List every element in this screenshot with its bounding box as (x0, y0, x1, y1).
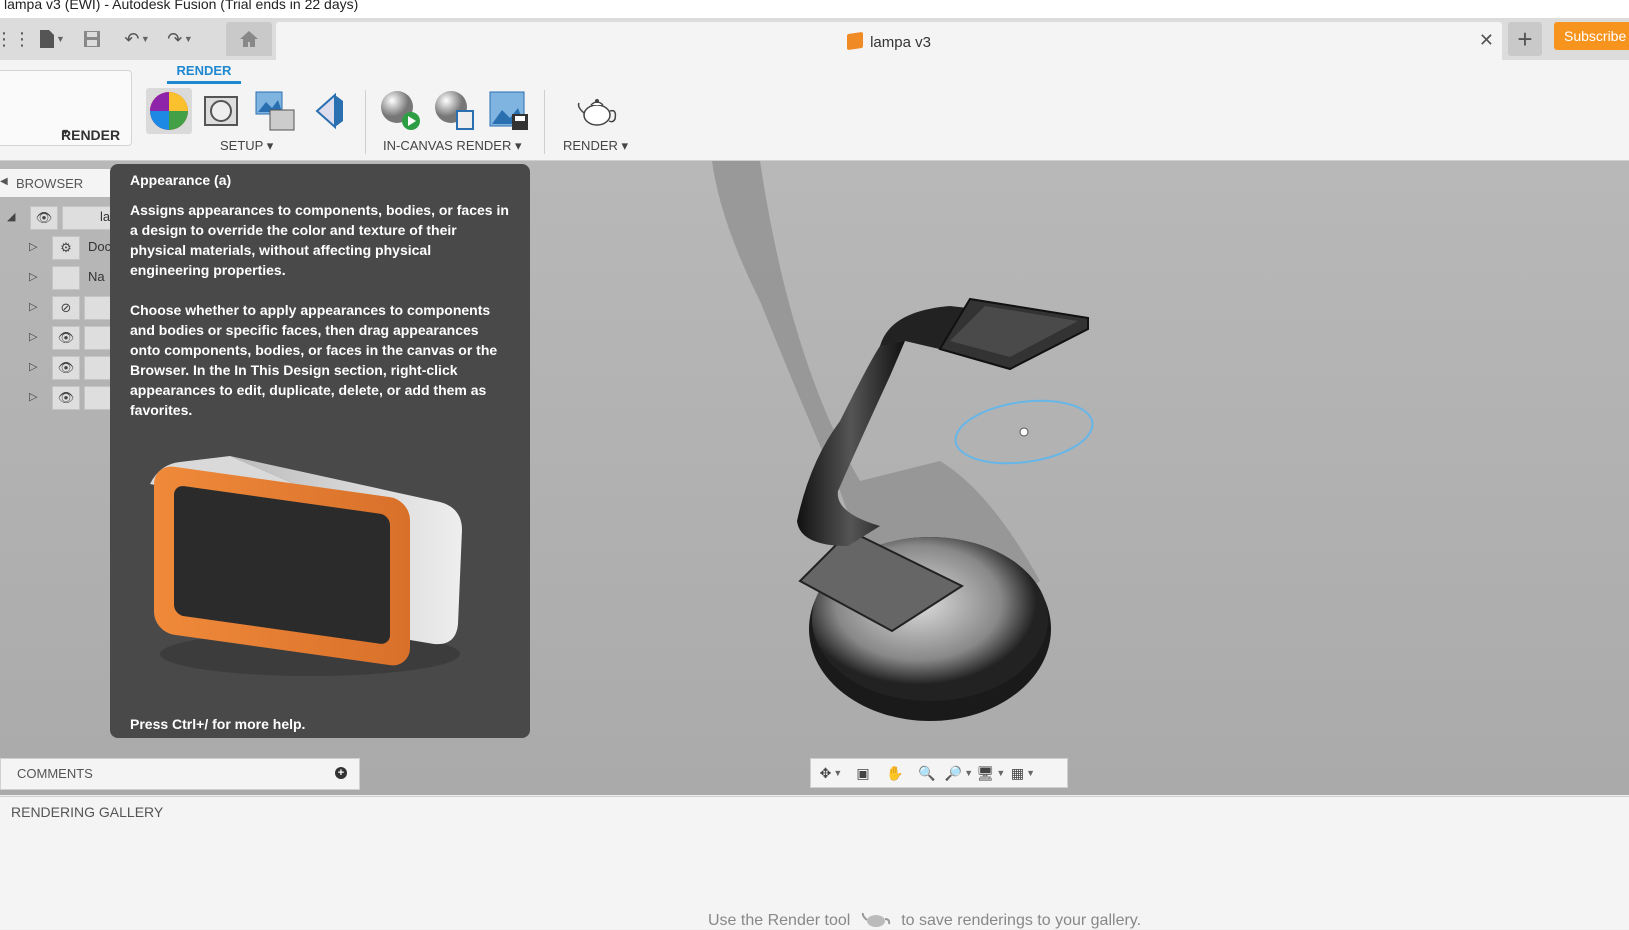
in-canvas-render-icon (381, 91, 420, 130)
gear-icon: ⚙ (52, 236, 80, 260)
document-tab-title: lampa v3 (276, 31, 1502, 51)
browser-row-named-views[interactable]: ▷ Na (0, 263, 112, 291)
appearance-illustration (150, 456, 462, 676)
collapse-browser-icon[interactable]: ◀ (0, 176, 8, 187)
render-group-label[interactable]: RENDER ▾ (563, 138, 628, 154)
rendering-gallery-header[interactable]: RENDERING GALLERY (0, 796, 1629, 828)
display-settings-icon[interactable]: 🖥 ▼ (975, 760, 1007, 786)
ribbon-toolbar: RENDER ▼ RENDER SETUP ▾ IN-CANVAS RENDER… (0, 60, 1629, 161)
tooltip-paragraph-2: Choose whether to apply appearances to c… (130, 302, 498, 418)
expand-triangle-icon[interactable]: ◢ (7, 210, 15, 223)
navigation-bar: ✥ ▼ ▣ ✋ 🔍 🔎 ▼ 🖥 ▼ ▦ ▼ (810, 758, 1068, 788)
scene-settings-icon (204, 96, 238, 126)
document-tab[interactable]: lampa v3 ✕ (276, 22, 1502, 60)
browser-row-folder[interactable]: ▷ 👁 (0, 323, 114, 351)
rendering-gallery-title: RENDERING GALLERY (11, 804, 164, 820)
workspace-switcher[interactable]: RENDER ▼ (0, 70, 132, 146)
browser-row-document-settings[interactable]: ▷ ⚙ Doc (0, 233, 112, 261)
browser-row-folder[interactable]: ▷ 👁 (0, 353, 114, 381)
comments-panel[interactable]: COMMENTS + (0, 758, 360, 790)
texture-map-icon (255, 91, 295, 131)
rendering-gallery: Use the Render tool to save renderings t… (0, 827, 1629, 929)
visibility-eye-icon[interactable]: 👁 (52, 386, 80, 410)
render-settings-icon (435, 91, 474, 130)
comments-label: COMMENTS (17, 766, 93, 781)
fit-zoom-icon[interactable]: 🔎 ▼ (943, 760, 975, 786)
subscribe-button[interactable]: Subscribe (1554, 22, 1629, 50)
zoom-icon[interactable]: 🔍 (911, 760, 943, 786)
appearance-tooltip: Appearance (a) Assigns appearances to co… (110, 164, 530, 738)
close-tab-icon[interactable]: ✕ (1479, 30, 1494, 51)
save-icon[interactable] (79, 26, 105, 52)
visibility-eye-icon[interactable]: 👁 (52, 326, 80, 350)
hidden-eye-icon[interactable]: ⊘ (52, 296, 80, 320)
design-cube-icon (847, 31, 864, 51)
expand-triangle-icon[interactable]: ▷ (29, 330, 37, 343)
chevron-down-icon[interactable]: ▼ (184, 34, 193, 44)
chevron-down-icon[interactable]: ▼ (141, 34, 150, 44)
orbit-icon[interactable]: ✥ ▼ (815, 760, 847, 786)
tooltip-title: Appearance (a) (130, 172, 232, 188)
add-comment-icon[interactable]: + (335, 767, 347, 779)
home-icon (240, 31, 258, 47)
tooltip-paragraph-1: Assigns appearances to components, bodie… (130, 202, 509, 278)
home-tab[interactable] (226, 22, 272, 56)
setup-group-label[interactable]: SETUP ▾ (220, 138, 273, 154)
pan-hand-icon[interactable]: ✋ (879, 760, 911, 786)
texture-map-button[interactable] (252, 88, 298, 134)
decal-icon (315, 92, 343, 130)
expand-triangle-icon[interactable]: ▷ (29, 360, 37, 373)
tab-render[interactable]: RENDER (167, 63, 241, 78)
appearance-button[interactable] (146, 88, 192, 134)
color-wheel-icon (150, 92, 188, 130)
look-at-icon[interactable]: ▣ (847, 760, 879, 786)
visibility-eye-icon[interactable]: 👁 (52, 356, 80, 380)
window-title: lampa v3 (EWI) - Autodesk Fusion (Trial … (4, 0, 359, 12)
new-tab-button[interactable]: + (1508, 22, 1542, 56)
in-canvas-render-group-label[interactable]: IN-CANVAS RENDER ▾ (383, 138, 521, 154)
browser-row-label: Na (88, 269, 105, 284)
expand-triangle-icon[interactable]: ▷ (29, 240, 37, 253)
in-canvas-render-button[interactable] (378, 88, 424, 134)
browser-row-folder[interactable]: ▷ 👁 (0, 383, 114, 411)
expand-triangle-icon[interactable]: ▷ (29, 390, 37, 403)
capture-image-icon (489, 91, 528, 130)
browser-row-label: Doc (88, 239, 112, 254)
teapot-icon (577, 99, 617, 126)
browser-title: BROWSER (16, 176, 84, 191)
quick-access-toolbar: ⋮⋮ ▼ ↶ ▼ ↷ ▼ (0, 18, 193, 60)
folder-icon (52, 266, 80, 290)
toolbar-separator (544, 90, 545, 154)
tooltip-help-hint: Press Ctrl+/ for more help. (130, 716, 306, 732)
expand-triangle-icon[interactable]: ▷ (29, 270, 37, 283)
render-button[interactable] (574, 88, 620, 134)
decal-button[interactable] (306, 88, 352, 134)
browser-row-folder[interactable]: ▷ ⊘ (0, 293, 114, 321)
gallery-empty-message: Use the Render tool to save renderings t… (708, 912, 1142, 929)
teapot-icon (861, 912, 890, 927)
active-tab-indicator (167, 81, 241, 84)
expand-triangle-icon[interactable]: ▷ (29, 300, 37, 313)
browser-row-root[interactable]: ◢ 👁 la (0, 203, 114, 231)
app-grid-icon[interactable]: ⋮⋮ (0, 26, 31, 52)
visibility-eye-icon[interactable]: 👁 (30, 206, 58, 230)
grid-settings-icon[interactable]: ▦ ▼ (1007, 760, 1039, 786)
chevron-down-icon[interactable]: ▼ (56, 34, 65, 44)
toolbar-separator (365, 90, 366, 154)
window-title-bar: lampa v3 (EWI) - Autodesk Fusion (Trial … (0, 0, 1629, 18)
scene-settings-button[interactable] (198, 88, 244, 134)
in-canvas-render-settings-button[interactable] (432, 88, 478, 134)
tab-row: ⋮⋮ ▼ ↶ ▼ ↷ ▼ lampa v3 ✕ + Subscribe (0, 18, 1629, 60)
capture-image-button[interactable] (486, 88, 532, 134)
browser-header[interactable]: ◀ BROWSER (0, 169, 112, 197)
